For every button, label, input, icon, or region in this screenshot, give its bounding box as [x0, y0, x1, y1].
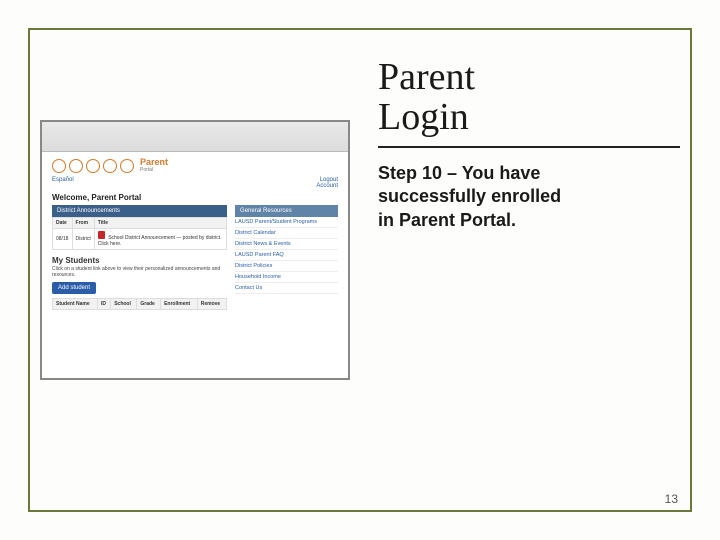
page-number: 13: [665, 492, 678, 506]
col-date: Date: [53, 218, 73, 229]
logo-icon: [103, 159, 117, 173]
logo-icon: [69, 159, 83, 173]
resource-link[interactable]: Household Income: [235, 272, 338, 283]
right-panel: General Resources LAUSD Parent/Student P…: [235, 205, 338, 310]
add-student-button[interactable]: Add student: [52, 282, 96, 294]
cell-from: District: [72, 229, 94, 250]
logo-subtext: Portal: [140, 167, 168, 173]
portal-screenshot: Parent Portal Español Logout Account Wel…: [40, 120, 350, 380]
browser-chrome: [42, 122, 348, 152]
table-row[interactable]: 08/18 District School District Announcem…: [53, 229, 227, 250]
announcements-title: District Announcements: [57, 208, 120, 214]
resources-title: General Resources: [240, 208, 292, 214]
announcements-table: Date From Title 08/18 District School Di…: [52, 217, 227, 250]
resource-link[interactable]: LAUSD Parent FAQ: [235, 250, 338, 261]
col-id: ID: [97, 299, 110, 310]
logo-text: Parent: [140, 157, 168, 167]
announcement-title-text[interactable]: School District Announcement — posted by…: [98, 235, 222, 247]
announcements-bar: District Announcements: [52, 205, 227, 217]
welcome-heading: Welcome, Parent Portal: [52, 193, 338, 202]
cell-date: 08/18: [53, 229, 73, 250]
resource-link[interactable]: Contact Us: [235, 283, 338, 294]
col-grade: Grade: [137, 299, 161, 310]
my-students-heading: My Students: [52, 256, 227, 265]
portal-body: Parent Portal Español Logout Account Wel…: [42, 152, 348, 320]
resources-bar: General Resources: [235, 205, 338, 217]
table-header-row: Date From Title: [53, 218, 227, 229]
col-enroll: Enrollment: [161, 299, 198, 310]
top-links-row: Español Logout Account: [52, 177, 338, 189]
title-underline: [378, 146, 680, 148]
logo-icon: [120, 159, 134, 173]
cell-title: School District Announcement — posted by…: [94, 229, 226, 250]
col-school: School: [111, 299, 137, 310]
title-line1: Parent: [378, 56, 475, 98]
resource-link[interactable]: LAUSD Parent/Student Programs: [235, 217, 338, 228]
screenshot-column: Parent Portal Español Logout Account Wel…: [40, 40, 350, 500]
logo-icon: [52, 159, 66, 173]
resource-link[interactable]: District News & Events: [235, 239, 338, 250]
title-line2: Login: [378, 96, 469, 138]
language-link[interactable]: Español: [52, 177, 74, 189]
col-from: From: [72, 218, 94, 229]
portal-logo: Parent Portal: [52, 158, 338, 173]
main-two-column: District Announcements Date From Title 0…: [52, 205, 338, 310]
text-column: Parent Login Step 10 – You have successf…: [368, 40, 680, 500]
account-links: Logout Account: [316, 177, 338, 189]
students-table: Student Name ID School Grade Enrollment …: [52, 298, 227, 310]
resources-list: LAUSD Parent/Student Programs District C…: [235, 217, 338, 294]
resource-link[interactable]: District Calendar: [235, 228, 338, 239]
col-student-name: Student Name: [53, 299, 98, 310]
account-link[interactable]: Account: [316, 183, 338, 189]
resource-link[interactable]: District Policies: [235, 261, 338, 272]
step-description: Step 10 – You have successfully enrolled…: [378, 162, 578, 232]
slide-content: Parent Portal Español Logout Account Wel…: [40, 40, 680, 500]
pdf-icon: [98, 231, 105, 239]
my-students-subtext: Click on a student link above to view th…: [52, 266, 227, 278]
table-header-row: Student Name ID School Grade Enrollment …: [53, 299, 227, 310]
col-remove: Remove: [197, 299, 226, 310]
slide-title: Parent Login: [378, 58, 680, 138]
left-panel: District Announcements Date From Title 0…: [52, 205, 227, 310]
col-title: Title: [94, 218, 226, 229]
logo-icon: [86, 159, 100, 173]
